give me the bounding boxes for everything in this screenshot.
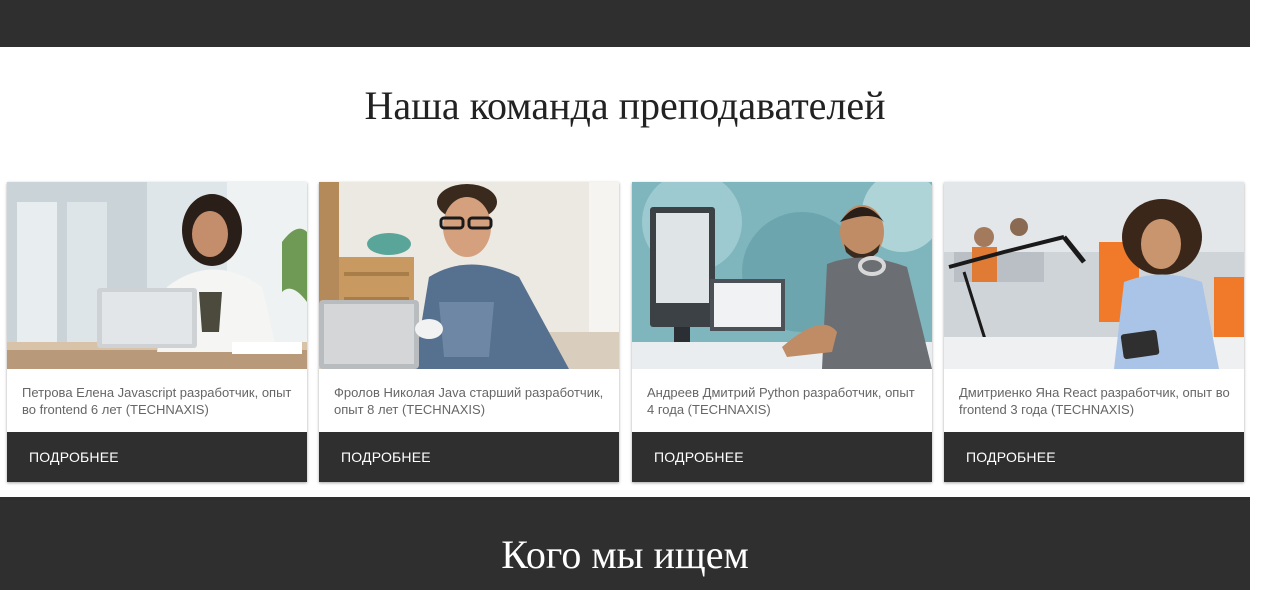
teacher-photo xyxy=(7,182,307,369)
card-action-bar: ПОДРОБНЕЕ xyxy=(632,432,932,482)
teacher-description: Андреев Дмитрий Python разработчик, опыт… xyxy=(647,385,915,417)
teacher-photo xyxy=(944,182,1244,369)
details-link[interactable]: ПОДРОБНЕЕ xyxy=(341,449,431,465)
teacher-description: Дмитриенко Яна React разработчик, опыт в… xyxy=(959,385,1230,417)
teacher-card: Фролов Николая Java старший разработчик,… xyxy=(319,182,619,482)
who-we-seek-section: Кого мы ищем xyxy=(0,497,1250,590)
details-link[interactable]: ПОДРОБНЕЕ xyxy=(654,449,744,465)
teacher-card: Дмитриенко Яна React разработчик, опыт в… xyxy=(944,182,1244,482)
teacher-description: Петрова Елена Javascript разработчик, оп… xyxy=(22,385,292,417)
card-action-bar: ПОДРОБНЕЕ xyxy=(319,432,619,482)
details-link[interactable]: ПОДРОБНЕЕ xyxy=(29,449,119,465)
details-link[interactable]: ПОДРОБНЕЕ xyxy=(966,449,1056,465)
teacher-photo xyxy=(319,182,619,369)
teacher-card: Андреев Дмитрий Python разработчик, опыт… xyxy=(632,182,932,482)
teacher-photo xyxy=(632,182,932,369)
teacher-card: Петрова Елена Javascript разработчик, оп… xyxy=(7,182,307,482)
card-action-bar: ПОДРОБНЕЕ xyxy=(944,432,1244,482)
card-action-bar: ПОДРОБНЕЕ xyxy=(7,432,307,482)
teacher-cards: Петрова Елена Javascript разработчик, оп… xyxy=(7,182,1247,482)
team-section-title: Наша команда преподавателей xyxy=(364,83,886,128)
who-we-seek-title: Кого мы ищем xyxy=(501,532,749,577)
teacher-description: Фролов Николая Java старший разработчик,… xyxy=(334,385,604,417)
top-navigation-bar xyxy=(0,0,1250,47)
